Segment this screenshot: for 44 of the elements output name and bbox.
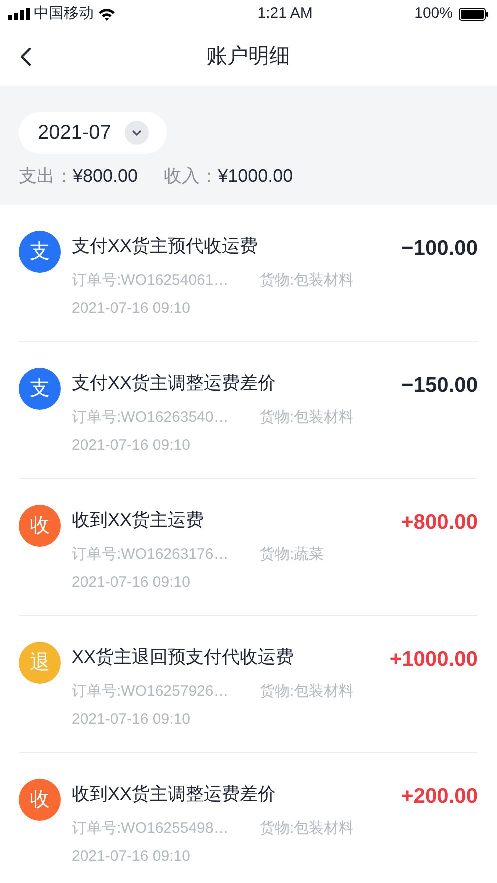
dropdown-icon xyxy=(125,121,150,145)
battery-icon xyxy=(458,8,489,20)
transaction-title: XX货主退回预支付代收运费 xyxy=(72,646,294,669)
goods-type: 货物:包装材料 xyxy=(260,270,354,290)
transaction-title: 支付XX货主调整运费差价 xyxy=(72,372,276,395)
transaction-amount: +800.00 xyxy=(402,510,478,536)
page-title: 账户明细 xyxy=(206,44,290,70)
transaction-time: 2021-07-16 09:10 xyxy=(72,299,192,319)
goods-type: 货物:包装材料 xyxy=(260,818,354,838)
transaction-amount: −150.00 xyxy=(402,373,478,399)
transaction-time: 2021-07-16 09:10 xyxy=(72,847,192,867)
goods-type: 货物:包装材料 xyxy=(260,682,354,702)
transaction-title: 收到XX货主运费 xyxy=(72,509,204,532)
wifi-icon xyxy=(98,8,116,20)
order-number: 订单号:WO16257926… xyxy=(72,682,230,702)
type-badge: 支 xyxy=(19,368,61,410)
order-number: 订单号:WO16254061… xyxy=(72,270,230,290)
transaction-amount: −100.00 xyxy=(402,236,478,262)
transaction-amount: +200.00 xyxy=(402,784,478,810)
type-badge: 退 xyxy=(19,642,61,684)
goods-type: 货物:包装材料 xyxy=(260,408,354,428)
order-number: 订单号:WO16263540… xyxy=(72,408,230,428)
carrier-name: 中国移动 xyxy=(34,4,94,24)
battery-percent: 100% xyxy=(414,4,453,24)
back-icon xyxy=(20,47,32,67)
goods-type: 货物:蔬菜 xyxy=(260,544,324,564)
transaction-title: 支付XX货主预代收运费 xyxy=(72,235,258,258)
month-selector[interactable]: 2021-07 xyxy=(19,112,168,154)
summary-label: 收入： xyxy=(164,165,218,188)
summary-label: 支出： xyxy=(19,165,73,188)
transaction-time: 2021-07-16 09:10 xyxy=(72,436,192,456)
transaction-time: 2021-07-16 09:10 xyxy=(72,573,192,593)
transaction-title: 收到XX货主调整运费差价 xyxy=(72,783,276,806)
order-number: 订单号:WO16263176… xyxy=(72,544,230,564)
status-time: 1:21 AM xyxy=(258,4,313,24)
type-badge: 收 xyxy=(19,505,61,547)
signal-icon xyxy=(8,8,30,20)
transaction-amount: +1000.00 xyxy=(390,647,478,673)
order-number: 订单号:WO16255498… xyxy=(72,818,230,838)
summary-amount: ¥1000.00 xyxy=(218,165,294,188)
type-badge: 收 xyxy=(19,779,61,821)
summary-amount: ¥800.00 xyxy=(73,165,138,188)
type-badge: 支 xyxy=(19,231,61,273)
transaction-time: 2021-07-16 09:10 xyxy=(72,710,192,730)
